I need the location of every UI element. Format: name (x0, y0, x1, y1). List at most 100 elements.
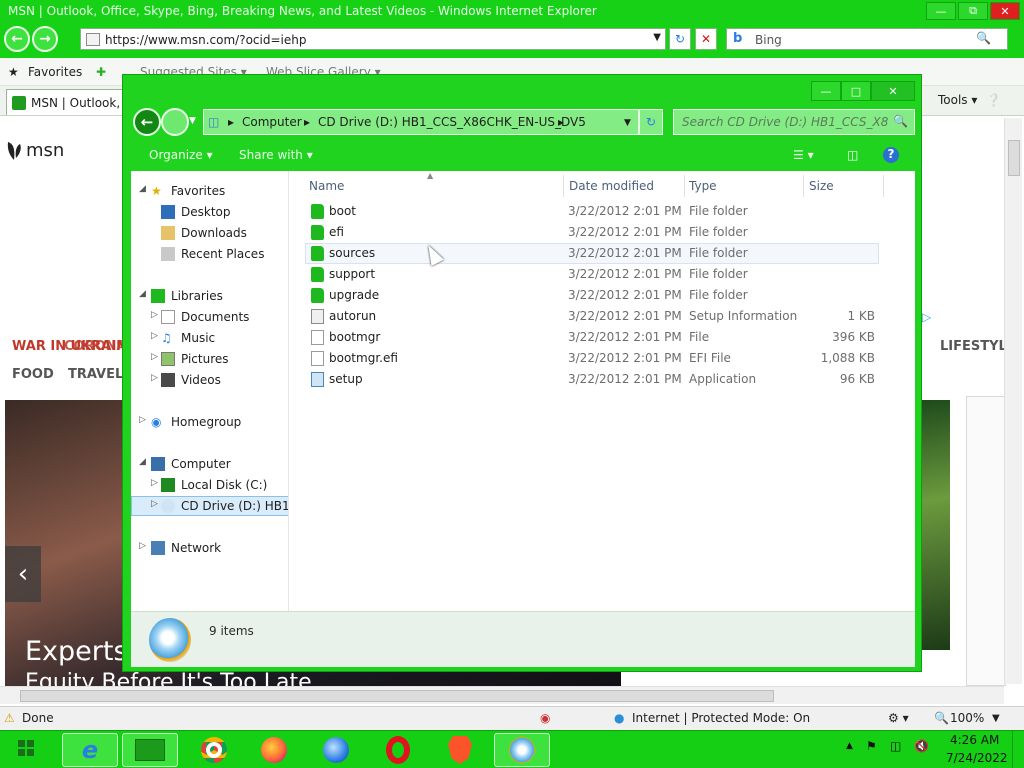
expand-icon[interactable]: ▷ (139, 541, 146, 551)
change-view-icon[interactable]: ☰ ▾ (793, 148, 814, 162)
preview-pane-icon[interactable]: ◫ (847, 148, 858, 162)
vertical-scroll-thumb[interactable] (1008, 140, 1020, 176)
taskbar-opera-button[interactable] (370, 733, 426, 767)
nav-computer[interactable]: ◢ Computer (131, 454, 288, 474)
taskbar-thunderbird-button[interactable] (308, 733, 364, 767)
tools-menu[interactable]: Tools ▾ (938, 93, 977, 107)
explorer-back-button[interactable]: ← (133, 108, 161, 136)
protected-mode-icon[interactable]: ⚙ ▾ (888, 711, 909, 725)
ie-forward-button[interactable]: → (32, 26, 58, 52)
file-row[interactable]: boot 3/22/2012 2:01 PM File folder (305, 201, 879, 222)
explorer-close-button[interactable]: ✕ (871, 81, 915, 101)
nav-pictures[interactable]: ▷ Pictures (131, 349, 288, 369)
popup-blocker-icon[interactable]: ◉ (540, 711, 550, 725)
ad-choices-icon[interactable]: ▷ (922, 310, 931, 324)
expand-icon[interactable]: ▷ (151, 499, 158, 509)
breadcrumb-cd-drive[interactable]: CD Drive (D:) HB1_CCS_X86CHK_EN-US_DV5 (318, 115, 586, 129)
address-dropdown-icon[interactable]: ▼ (653, 32, 661, 43)
file-row[interactable]: upgrade 3/22/2012 2:01 PM File folder (305, 285, 879, 306)
file-row[interactable]: support 3/22/2012 2:01 PM File folder (305, 264, 879, 285)
nav-desktop[interactable]: Desktop (131, 202, 288, 222)
nav-downloads[interactable]: Downloads (131, 223, 288, 243)
column-header-size[interactable]: Size (809, 179, 834, 193)
ie-tab-msn[interactable]: MSN | Outlook, O (6, 89, 133, 115)
hero-caption[interactable]: Experts (25, 636, 128, 667)
taskbar-ie-button[interactable]: e (62, 733, 118, 767)
favorites-button[interactable]: Favorites (28, 65, 82, 79)
file-row[interactable]: setup 3/22/2012 2:01 PM Application 96 K… (305, 369, 879, 390)
nav-travel[interactable]: TRAVEL (68, 367, 123, 382)
clock-date[interactable]: 7/24/2022 (946, 751, 1008, 765)
carousel-prev-button[interactable]: ‹ (5, 546, 41, 602)
expand-icon[interactable]: ▷ (139, 415, 146, 425)
refresh-icon[interactable]: ↻ (669, 28, 691, 50)
ie-close-button[interactable]: ✕ (990, 2, 1020, 20)
show-desktop-button[interactable] (1012, 731, 1024, 768)
clock-time[interactable]: 4:26 AM (950, 733, 999, 747)
column-header-date[interactable]: Date modified (569, 179, 654, 193)
side-image[interactable] (920, 400, 950, 650)
msn-logo[interactable]: msn (6, 140, 64, 162)
nav-local-disk-c[interactable]: ▷ Local Disk (C:) (131, 475, 288, 495)
taskbar-brave-button[interactable] (432, 733, 488, 767)
nav-food[interactable]: FOOD (12, 367, 54, 382)
action-center-flag-icon[interactable]: ⚑ (866, 739, 877, 753)
nav-documents[interactable]: ▷ Documents (131, 307, 288, 327)
file-row[interactable]: autorun 3/22/2012 2:01 PM Setup Informat… (305, 306, 879, 327)
taskbar-setup-button[interactable] (494, 733, 550, 767)
nav-recent-places[interactable]: Recent Places (131, 244, 288, 264)
search-icon[interactable]: 🔍 (893, 114, 908, 128)
ie-maximize-button[interactable]: ⧉ (958, 2, 988, 20)
security-zone-text[interactable]: Internet | Protected Mode: On (632, 711, 810, 725)
file-row[interactable]: sources 3/22/2012 2:01 PM File folder (305, 243, 879, 264)
collapse-icon[interactable]: ◢ (139, 457, 146, 467)
breadcrumb-arrow-icon[interactable]: ▸ (304, 115, 310, 129)
nav-music[interactable]: ▷ ♫ Music (131, 328, 288, 348)
breadcrumb-arrow-icon[interactable]: ▸ (228, 115, 234, 129)
ie-minimize-button[interactable]: — (926, 2, 956, 20)
file-row[interactable]: efi 3/22/2012 2:01 PM File folder (305, 222, 879, 243)
nav-cd-drive-d[interactable]: ▷ CD Drive (D:) HB1_C (131, 496, 288, 516)
show-hidden-icons[interactable]: ▲ (846, 741, 853, 751)
expand-icon[interactable]: ▷ (151, 373, 158, 383)
zoom-level[interactable]: 100% (950, 711, 984, 725)
explorer-minimize-button[interactable]: — (811, 81, 841, 101)
search-icon[interactable]: 🔍 (976, 31, 991, 45)
stop-icon[interactable]: ✕ (695, 28, 717, 50)
explorer-refresh-icon[interactable]: ↻ (639, 109, 663, 135)
column-header-name[interactable]: Name (309, 179, 344, 193)
file-row[interactable]: bootmgr.efi 3/22/2012 2:01 PM EFI File 1… (305, 348, 879, 369)
help-icon[interactable]: ? (883, 147, 899, 163)
expand-icon[interactable]: ▷ (151, 310, 158, 320)
breadcrumb-arrow-icon[interactable]: ▸ (558, 115, 564, 129)
horizontal-scrollbar[interactable] (0, 686, 1004, 704)
recent-pages-dropdown-icon[interactable]: ▼ (189, 116, 196, 126)
add-favorites-icon[interactable]: ✚ (96, 65, 106, 79)
volume-muted-icon[interactable]: 🔇 (914, 739, 929, 753)
nav-libraries[interactable]: ◢ Libraries (131, 286, 288, 306)
expand-icon[interactable]: ▷ (151, 478, 158, 488)
start-button[interactable] (6, 734, 46, 766)
breadcrumb-dropdown-icon[interactable]: ▼ (624, 118, 631, 128)
address-bar[interactable]: https://www.msn.com/?ocid=iehp ▼ (80, 28, 666, 50)
nav-videos[interactable]: ▷ Videos (131, 370, 288, 390)
breadcrumb-computer[interactable]: Computer (242, 115, 302, 129)
nav-homegroup[interactable]: ▷ ◉ Homegroup (131, 412, 288, 432)
horizontal-scroll-thumb[interactable] (20, 690, 774, 702)
explorer-maximize-button[interactable]: □ (841, 81, 871, 101)
hero-caption-line2[interactable]: Equity Before It's Too Late (25, 670, 312, 686)
collapse-icon[interactable]: ◢ (139, 289, 146, 299)
taskbar-chrome-button[interactable] (186, 733, 242, 767)
share-with-button[interactable]: Share with ▾ (239, 148, 313, 162)
help-icon[interactable]: ❔ (986, 93, 1001, 107)
taskbar-explorer-button[interactable] (122, 733, 178, 767)
nav-favorites[interactable]: ◢ ★ Favorites (131, 181, 288, 201)
organize-button[interactable]: Organize ▾ (149, 148, 213, 162)
column-header-type[interactable]: Type (689, 179, 717, 193)
zoom-dropdown-icon[interactable]: ▼ (992, 713, 1000, 724)
side-card[interactable] (966, 396, 1006, 686)
collapse-icon[interactable]: ◢ (139, 184, 146, 194)
expand-icon[interactable]: ▷ (151, 352, 158, 362)
taskbar-firefox-button[interactable] (246, 733, 302, 767)
vertical-scrollbar[interactable] (1004, 118, 1022, 684)
